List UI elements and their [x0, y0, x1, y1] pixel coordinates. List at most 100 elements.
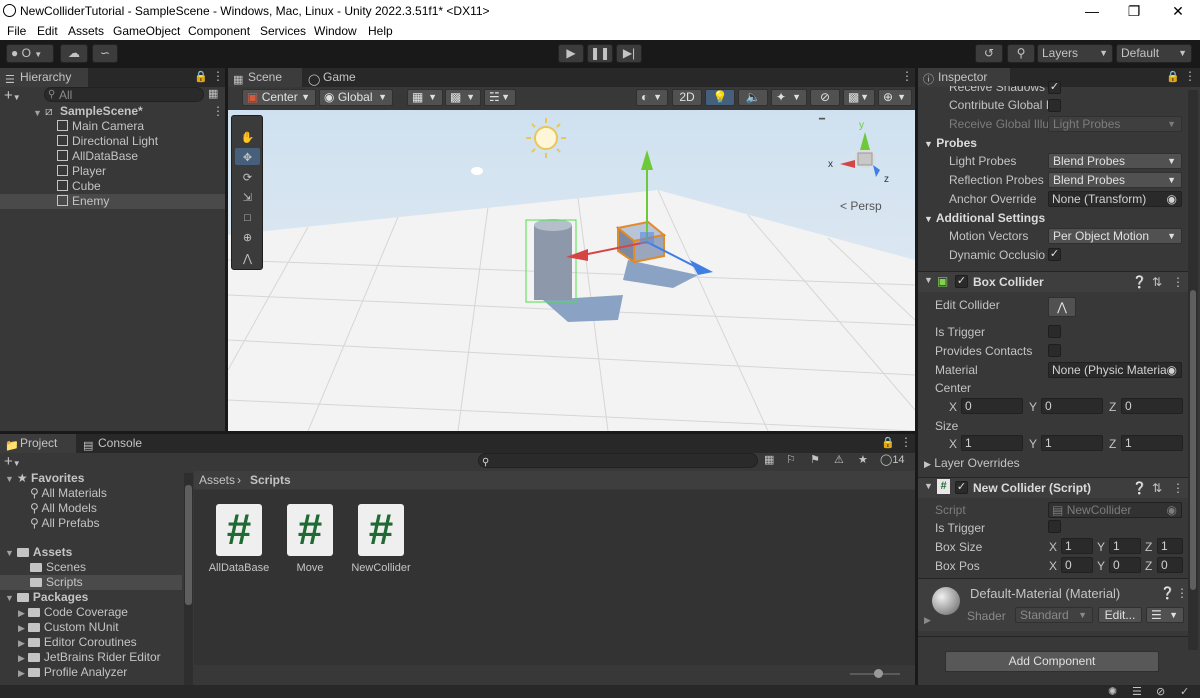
material-menu-dropdown[interactable]: ☰ ▼	[1146, 607, 1184, 623]
breadcrumb-assets[interactable]: Assets	[199, 473, 235, 487]
menu-services[interactable]: Services	[260, 24, 306, 38]
receive-shadows-checkbox[interactable]: ✓	[1048, 81, 1061, 94]
layer-overrides-foldout[interactable]: ▶ Layer Overrides	[924, 456, 1020, 470]
layout-dropdown[interactable]: Default ▼	[1116, 44, 1192, 63]
help-icon[interactable]: ❔	[1132, 275, 1147, 289]
center-x-field[interactable]: 0	[961, 398, 1023, 414]
package-item[interactable]: ▶ Profile Analyzer	[18, 665, 127, 680]
script-is-trigger-checkbox[interactable]	[1048, 520, 1061, 533]
menu-component[interactable]: Component	[188, 24, 250, 38]
menu-window[interactable]: Window	[314, 24, 357, 38]
size-z-field[interactable]: 1	[1121, 435, 1183, 451]
menu-file[interactable]: File	[7, 24, 26, 38]
box-pos-x-field[interactable]: 0	[1061, 557, 1093, 573]
folder-item-selected[interactable]: Scripts	[0, 575, 182, 590]
auto-refresh-icon[interactable]: ⊘	[1156, 685, 1165, 698]
custom-tool[interactable]: ⋀	[235, 249, 260, 266]
create-button[interactable]: +▼	[4, 453, 21, 470]
script-enabled-checkbox[interactable]: ✓	[955, 481, 968, 494]
script-file-label[interactable]: AllDataBase	[204, 562, 274, 574]
inspector-scrollbar[interactable]	[1188, 90, 1198, 650]
layers-dropdown[interactable]: Layers ▼	[1037, 44, 1113, 63]
scrollbar-thumb[interactable]	[185, 485, 192, 605]
box-size-z-field[interactable]: 1	[1157, 538, 1183, 554]
label-icon[interactable]: ⚑	[810, 453, 820, 466]
draw-mode-dropdown[interactable]: ◐ ▼	[636, 89, 668, 106]
hierarchy-item[interactable]: AllDataBase	[0, 149, 225, 164]
assets-header[interactable]: ▼ Assets	[0, 545, 182, 560]
maximize-button[interactable]: ❐	[1112, 0, 1156, 22]
collab-button[interactable]: ∽	[92, 44, 118, 63]
box-pos-y-field[interactable]: 0	[1109, 557, 1141, 573]
persp-toggle[interactable]: < Persp	[840, 199, 882, 213]
script-file-icon[interactable]: #	[216, 504, 262, 556]
more-icon[interactable]: ⋮	[1172, 481, 1184, 495]
hierarchy-item[interactable]: Directional Light	[0, 134, 225, 149]
transform-tool[interactable]: ⊕	[235, 228, 260, 245]
center-y-field[interactable]: 0	[1041, 398, 1103, 414]
add-button[interactable]: +▼	[4, 87, 21, 104]
preset-icon[interactable]: ⇅	[1152, 275, 1162, 289]
hierarchy-item[interactable]: Cube	[0, 179, 225, 194]
help-icon[interactable]: ❔	[1160, 586, 1175, 600]
minimize-button[interactable]: —	[1070, 0, 1114, 22]
cloud-button[interactable]: ☁	[60, 44, 88, 63]
edit-shader-button[interactable]: Edit...	[1098, 607, 1142, 623]
gizmos-dropdown[interactable]: ⊕ ▼	[878, 89, 912, 106]
anchor-override-field[interactable]: None (Transform) ◉	[1048, 191, 1182, 207]
scene-viewport[interactable]: y x z < Persp ━	[228, 110, 915, 431]
box-pos-z-field[interactable]: 0	[1157, 557, 1183, 573]
contribute-gi-checkbox[interactable]	[1048, 99, 1061, 112]
packages-header[interactable]: ▼ Packages	[0, 590, 182, 605]
pivot-rotation-dropdown[interactable]: ◉ Global ▼	[319, 89, 393, 106]
chevron-right-icon[interactable]: ▶	[924, 615, 931, 626]
close-button[interactable]: ✕	[1156, 0, 1200, 22]
favorite-item[interactable]: ⚲ All Materials	[30, 486, 107, 501]
reflection-probes-dropdown[interactable]: Blend Probes ▼	[1048, 172, 1182, 188]
more-icon[interactable]: ⋮	[212, 104, 224, 119]
hierarchy-item-selected[interactable]: Enemy	[0, 194, 225, 209]
breadcrumb-scripts[interactable]: Scripts	[250, 473, 291, 487]
rect-tool[interactable]: □	[235, 208, 260, 225]
lock-icon[interactable]: 🔒	[194, 70, 208, 83]
lock-icon[interactable]: 🔒	[1166, 70, 1180, 83]
filter-by-type-icon[interactable]: ⚐	[786, 453, 796, 466]
vertex-snap-button[interactable]: ☵ ▼	[484, 89, 516, 106]
is-trigger-checkbox[interactable]	[1048, 325, 1061, 338]
warning-icon[interactable]: ⚠	[834, 453, 844, 466]
provides-contacts-checkbox[interactable]	[1048, 344, 1061, 357]
script-file-label[interactable]: NewCollider	[346, 562, 416, 574]
motion-vectors-dropdown[interactable]: Per Object Motion ▼	[1048, 228, 1182, 244]
hidden-packages-toggle[interactable]: ◯14	[880, 453, 905, 466]
scene-row[interactable]: ▼ ⧄ SampleScene* ⋮	[0, 104, 225, 119]
search-button[interactable]: ⚲	[1007, 44, 1035, 63]
size-y-field[interactable]: 1	[1041, 435, 1103, 451]
hierarchy-search-input[interactable]: ⚲ All	[44, 87, 204, 102]
step-button[interactable]: ▶|	[616, 44, 642, 63]
lighting-toggle[interactable]: 💡	[705, 89, 735, 106]
menu-assets[interactable]: Assets	[68, 24, 104, 38]
hand-tool[interactable]: ✋	[235, 128, 260, 145]
probes-header[interactable]: ▼ Probes	[924, 136, 977, 150]
scene-filter-icon[interactable]: ▦	[208, 87, 218, 100]
more-icon[interactable]: ⋮	[1176, 586, 1188, 600]
mode-2d-toggle[interactable]: 2D	[672, 89, 702, 106]
tab-game[interactable]: ◯ Game	[303, 68, 363, 87]
favorites-header[interactable]: ▼ ★ Favorites	[0, 471, 182, 486]
tab-console[interactable]: ▤ Console	[78, 434, 158, 453]
box-collider-header[interactable]: ▼ ▣ ✓ Box Collider ❔ ⇅ ⋮	[918, 272, 1188, 292]
script-file-icon[interactable]: #	[287, 504, 333, 556]
favorite-star-icon[interactable]: ★	[858, 453, 868, 466]
more-icon[interactable]: ⋮	[1184, 69, 1196, 83]
script-component-header[interactable]: ▼ # ✓ New Collider (Script) ❔ ⇅ ⋮	[918, 478, 1188, 498]
package-item[interactable]: ▶ Editor Coroutines	[18, 635, 137, 650]
object-picker-icon[interactable]: ◉	[1167, 192, 1177, 206]
tab-hierarchy[interactable]: ☰ Hierarchy	[0, 68, 88, 87]
help-icon[interactable]: ❔	[1132, 481, 1147, 495]
bug-icon[interactable]: ✺	[1108, 685, 1117, 698]
scale-tool[interactable]: ⇲	[235, 188, 260, 205]
more-icon[interactable]: ⋮	[212, 69, 224, 83]
center-z-field[interactable]: 0	[1121, 398, 1183, 414]
size-x-field[interactable]: 1	[961, 435, 1023, 451]
account-button[interactable]: ● O ▼	[6, 44, 54, 63]
